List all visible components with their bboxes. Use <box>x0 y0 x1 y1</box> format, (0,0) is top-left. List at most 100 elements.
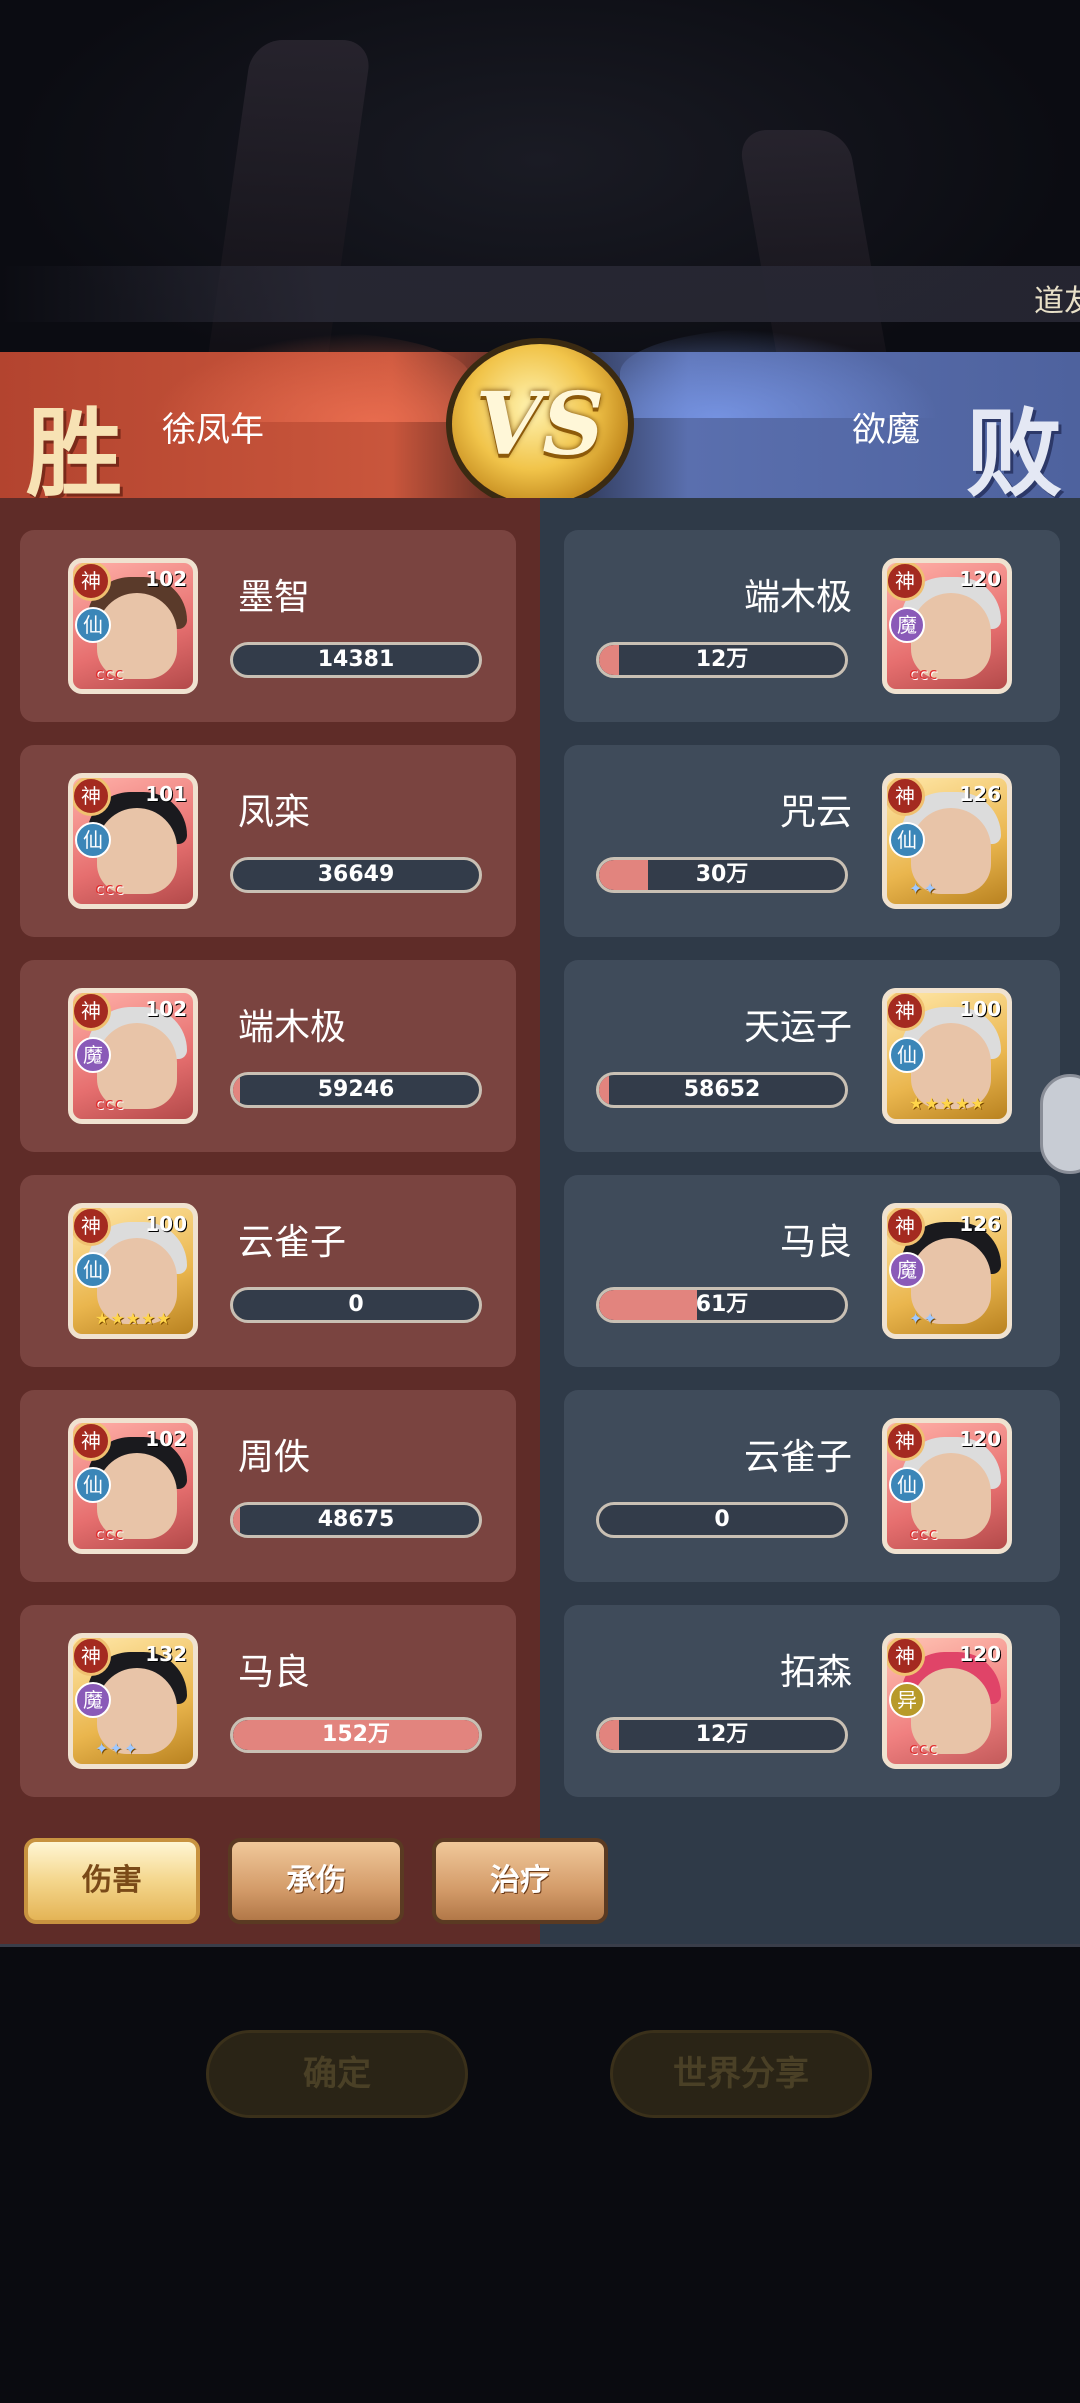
race-badge: 仙 <box>75 822 111 858</box>
hero-name: 天运子 <box>743 1007 852 1048</box>
loser-name: 欲魔 <box>852 410 920 450</box>
stat-value: 152万 <box>322 1722 390 1747</box>
grade-badge: 神 <box>887 1208 925 1246</box>
race-badge: 魔 <box>75 1682 111 1718</box>
hero-level: 100 <box>959 997 1001 1021</box>
stat-value: 48675 <box>317 1507 395 1532</box>
stat-value: 30万 <box>695 862 749 887</box>
broadcast-ticker: 道友 <box>0 266 1080 322</box>
stat-bar: 12万 <box>596 642 848 678</box>
side-toggle-handle[interactable] <box>1040 1074 1080 1174</box>
stat-value: 58652 <box>683 1077 761 1102</box>
hero-stat-card[interactable]: 神 100 仙 ★★★★★ 天运子 58652 <box>564 960 1060 1152</box>
hero-portrait[interactable]: 神 102 仙 ccc <box>68 1418 198 1554</box>
grade-badge: 神 <box>887 1638 925 1676</box>
hero-stat-card[interactable]: 神 126 魔 ✦✦ 马良 61万 <box>564 1175 1060 1367</box>
world-share-button[interactable]: 世界分享 <box>610 2030 872 2118</box>
ticker-text: 道友 <box>1034 284 1080 319</box>
grade-badge: 神 <box>887 563 925 601</box>
hero-level: 126 <box>959 782 1001 806</box>
stat-bar: 61万 <box>596 1287 848 1323</box>
hero-name: 咒云 <box>779 792 852 833</box>
hero-portrait[interactable]: 神 100 仙 ★★★★★ <box>68 1203 198 1339</box>
stat-value: 59246 <box>317 1077 395 1102</box>
panel-divider <box>0 1944 1080 1947</box>
hero-portrait[interactable]: 神 102 仙 ccc <box>68 558 198 694</box>
star-rank-marks: ccc <box>95 1524 125 1543</box>
race-badge: 魔 <box>75 1037 111 1073</box>
race-badge: 仙 <box>889 1467 925 1503</box>
stat-bar: 59246 <box>230 1072 482 1108</box>
tab-damage-taken[interactable]: 承伤 <box>228 1838 404 1924</box>
star-rank-marks: ★★★★★ <box>909 1094 986 1113</box>
stat-bar: 12万 <box>596 1717 848 1753</box>
hero-name: 云雀子 <box>743 1437 852 1478</box>
hero-stat-card[interactable]: 神 126 仙 ✦✦ 咒云 30万 <box>564 745 1060 937</box>
star-rank-marks: ccc <box>909 664 939 683</box>
stat-value: 61万 <box>695 1292 749 1317</box>
race-badge: 仙 <box>889 822 925 858</box>
hero-name: 墨智 <box>238 577 311 618</box>
stat-bar: 36649 <box>230 857 482 893</box>
confirm-button[interactable]: 确定 <box>206 2030 468 2118</box>
star-rank-marks: ✦✦ <box>909 1309 938 1328</box>
star-rank-marks: ★★★★★ <box>95 1309 172 1328</box>
hero-portrait[interactable]: 神 120 魔 ccc <box>882 558 1012 694</box>
hero-portrait[interactable]: 神 101 仙 ccc <box>68 773 198 909</box>
winner-name: 徐凤年 <box>162 410 264 450</box>
hero-portrait[interactable]: 神 132 魔 ✦✦✦ <box>68 1633 198 1769</box>
stat-bar: 30万 <box>596 857 848 893</box>
stat-value: 36649 <box>317 862 395 887</box>
hero-level: 102 <box>145 997 187 1021</box>
hero-stat-card[interactable]: 神 102 仙 ccc 周佚 48675 <box>20 1390 516 1582</box>
hero-stat-card[interactable]: 神 120 魔 ccc 端木极 12万 <box>564 530 1060 722</box>
hero-name: 马良 <box>238 1652 311 1693</box>
hero-level: 102 <box>145 567 187 591</box>
race-badge: 魔 <box>889 1252 925 1288</box>
grade-badge: 神 <box>887 1423 925 1461</box>
hero-name: 端木极 <box>238 1007 347 1048</box>
tab-healing[interactable]: 治疗 <box>432 1838 608 1924</box>
stat-bar: 0 <box>596 1502 848 1538</box>
hero-portrait[interactable]: 神 120 异 ccc <box>882 1633 1012 1769</box>
grade-badge: 神 <box>73 778 111 816</box>
race-badge: 仙 <box>75 1467 111 1503</box>
hero-portrait[interactable]: 神 126 仙 ✦✦ <box>882 773 1012 909</box>
grade-badge: 神 <box>73 1208 111 1246</box>
stat-value: 0 <box>714 1507 730 1532</box>
hero-stat-card[interactable]: 神 102 魔 ccc 端木极 59246 <box>20 960 516 1152</box>
vs-text: VS <box>475 373 605 475</box>
hero-name: 端木极 <box>743 577 852 618</box>
race-badge: 魔 <box>889 607 925 643</box>
victory-label: 胜 <box>26 397 122 510</box>
hero-stat-card[interactable]: 神 101 仙 ccc 凤栾 36649 <box>20 745 516 937</box>
stat-value: 14381 <box>317 647 395 672</box>
hero-level: 126 <box>959 1212 1001 1236</box>
hero-level: 120 <box>959 1642 1001 1666</box>
hero-stat-card[interactable]: 神 102 仙 ccc 墨智 14381 <box>20 530 516 722</box>
race-badge: 仙 <box>75 607 111 643</box>
hero-stat-card[interactable]: 神 120 异 ccc 拓森 12万 <box>564 1605 1060 1797</box>
hero-portrait[interactable]: 神 120 仙 ccc <box>882 1418 1012 1554</box>
grade-badge: 神 <box>73 1423 111 1461</box>
background-scene <box>0 0 1080 400</box>
stat-bar: 0 <box>230 1287 482 1323</box>
grade-badge: 神 <box>887 778 925 816</box>
star-rank-marks: ccc <box>95 664 125 683</box>
hero-stat-card[interactable]: 神 100 仙 ★★★★★ 云雀子 0 <box>20 1175 516 1367</box>
hero-portrait[interactable]: 神 102 魔 ccc <box>68 988 198 1124</box>
hero-stat-card[interactable]: 神 120 仙 ccc 云雀子 0 <box>564 1390 1060 1582</box>
defeat-label: 败 <box>966 397 1062 510</box>
star-rank-marks: ccc <box>95 1094 125 1113</box>
hero-portrait[interactable]: 神 100 仙 ★★★★★ <box>882 988 1012 1124</box>
hero-level: 100 <box>145 1212 187 1236</box>
hero-level: 120 <box>959 1427 1001 1451</box>
hero-portrait[interactable]: 神 126 魔 ✦✦ <box>882 1203 1012 1339</box>
race-badge: 仙 <box>889 1037 925 1073</box>
hero-name: 云雀子 <box>238 1222 347 1263</box>
star-rank-marks: ccc <box>909 1739 939 1758</box>
stat-bar: 14381 <box>230 642 482 678</box>
tab-damage[interactable]: 伤害 <box>24 1838 200 1924</box>
hero-name: 拓森 <box>779 1652 852 1693</box>
hero-stat-card[interactable]: 神 132 魔 ✦✦✦ 马良 152万 <box>20 1605 516 1797</box>
